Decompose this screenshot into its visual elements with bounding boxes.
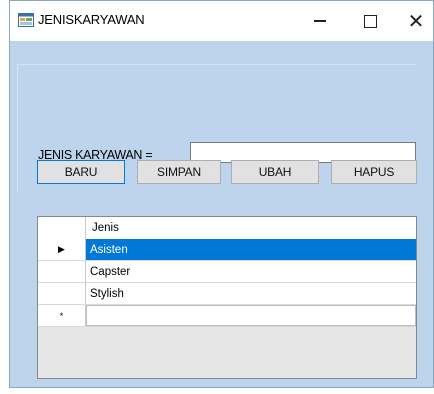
table-row[interactable]: Stylish	[38, 283, 416, 305]
minimize-button[interactable]	[297, 1, 343, 41]
new-row-cell[interactable]	[86, 305, 416, 326]
table-cell[interactable]: Stylish	[86, 283, 416, 304]
ubah-button[interactable]: UBAH	[231, 160, 319, 184]
current-row-arrow-icon[interactable]: ▶	[38, 239, 86, 260]
row-header[interactable]	[38, 261, 86, 282]
column-header-jenis[interactable]: Jenis	[86, 217, 416, 239]
title-bar[interactable]: JENISKARYAWAN ✕	[10, 1, 433, 41]
new-row-asterisk-icon[interactable]: *	[38, 305, 86, 326]
table-cell[interactable]: Asisten	[86, 239, 416, 260]
hapus-button[interactable]: HAPUS	[331, 160, 417, 184]
maximize-button[interactable]	[347, 1, 393, 41]
grid-corner-header[interactable]	[38, 217, 86, 239]
simpan-button[interactable]: SIMPAN	[137, 160, 221, 184]
window-title: JENISKARYAWAN	[38, 12, 145, 27]
close-icon: ✕	[407, 10, 425, 33]
new-row[interactable]: *	[38, 305, 416, 327]
form-app-icon	[18, 13, 34, 27]
maximize-icon	[363, 14, 377, 28]
table-row[interactable]: Capster	[38, 261, 416, 283]
row-header[interactable]	[38, 283, 86, 304]
grid-header-row: Jenis	[38, 217, 416, 240]
jenis-data-grid[interactable]: Jenis ▶ Asisten Capster Stylish *	[37, 216, 417, 379]
table-cell[interactable]: Capster	[86, 261, 416, 282]
baru-button[interactable]: BARU	[37, 160, 125, 184]
table-row[interactable]: ▶ Asisten	[38, 239, 416, 261]
minimize-icon	[314, 20, 326, 22]
close-button[interactable]: ✕	[393, 1, 434, 41]
